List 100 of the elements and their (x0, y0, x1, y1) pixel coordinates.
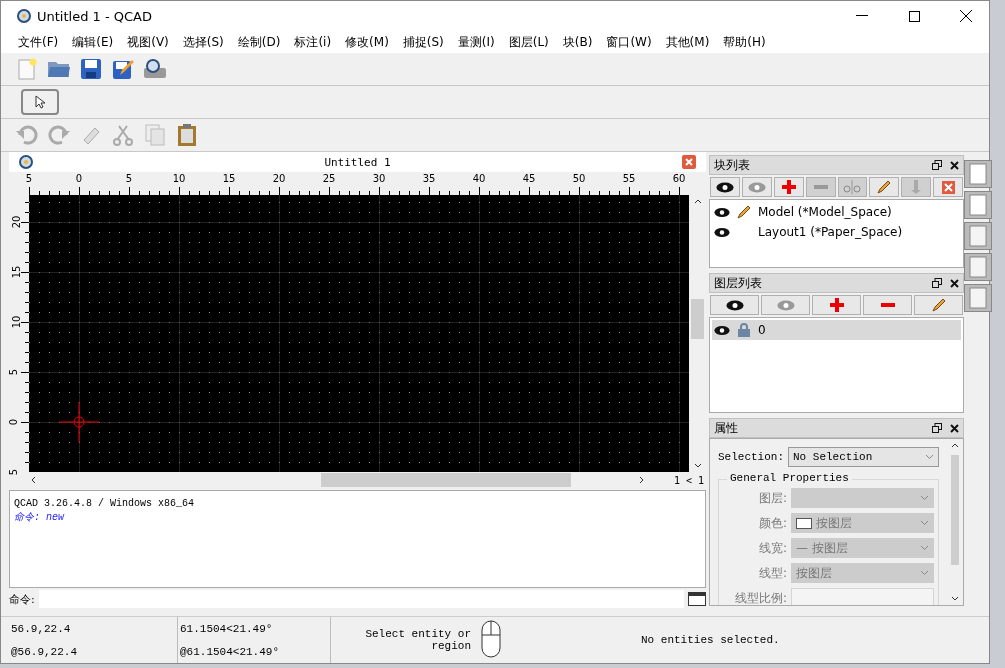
remove-icon[interactable] (880, 303, 895, 307)
clipboard-icon (176, 123, 198, 147)
eye-icon[interactable] (714, 206, 730, 218)
panel-title: 块列表 (714, 156, 751, 174)
pencil-icon[interactable] (876, 179, 893, 195)
edit-button[interactable] (914, 295, 963, 315)
document-title: Untitled 1 (323, 155, 392, 169)
scroll-down-icon[interactable] (951, 596, 959, 601)
app-logo-icon (17, 9, 31, 23)
edit-button[interactable] (869, 177, 900, 197)
scroll-up-icon[interactable] (951, 443, 959, 448)
crosshair-cursor-icon (58, 401, 100, 443)
menu-item[interactable]: 帮助(H) (716, 33, 773, 51)
ruler-label: 15 (222, 173, 236, 184)
float-icon[interactable] (932, 423, 942, 433)
dropdown-caret-icon (920, 495, 929, 501)
show-all-button[interactable] (710, 177, 740, 197)
field-label: 线型比例: (733, 589, 787, 605)
pencil-icon[interactable] (736, 204, 752, 220)
selection-label: Selection: (718, 451, 784, 463)
menu-item[interactable]: 其他(M) (658, 33, 717, 51)
ruler-label: 30 (372, 173, 386, 184)
ruler-label: 15 (10, 265, 22, 279)
group-title: General Properties (727, 472, 852, 484)
dropdown-caret-icon (920, 570, 929, 576)
select-pointer-button[interactable] (21, 89, 59, 115)
float-icon[interactable] (932, 160, 942, 170)
dropdown-caret-icon (925, 454, 934, 460)
close-icon[interactable] (950, 160, 959, 170)
close-icon[interactable] (950, 423, 959, 433)
menu-item[interactable]: 选择(S) (175, 33, 231, 51)
field-label: 颜色: (757, 514, 787, 532)
ruler-label: 10 (172, 173, 186, 184)
page-indicator: 1 < 1 (673, 474, 704, 486)
menu-item[interactable]: 视图(V) (120, 33, 176, 51)
menu-item[interactable]: 量测(I) (450, 33, 502, 51)
scroll-thumb[interactable] (321, 473, 571, 487)
menu-item[interactable]: 窗口(W) (599, 33, 659, 51)
ruler-label: 25 (322, 173, 336, 184)
pointer-icon (35, 95, 45, 109)
window-toggle-icon[interactable] (688, 592, 706, 606)
float-icon[interactable] (932, 278, 942, 288)
eye-icon[interactable] (725, 299, 744, 311)
scroll-up-icon[interactable] (693, 199, 702, 204)
block-list-item[interactable]: Layout1 (*Paper_Space) (712, 222, 961, 242)
add-button[interactable] (812, 295, 861, 315)
ruler-label: 5 (7, 368, 19, 376)
scroll-down-icon[interactable] (693, 463, 702, 468)
menu-item[interactable]: 编辑(E) (65, 33, 121, 51)
dropdown-caret-icon (920, 545, 929, 551)
status-coordinate: 61.1504<21.49° (180, 622, 274, 635)
floppy-pencil-icon (112, 58, 134, 80)
scroll-right-icon[interactable] (639, 476, 644, 484)
remove-button[interactable] (863, 295, 912, 315)
menu-item[interactable]: 文件(F) (11, 33, 66, 51)
ruler-label: 55 (622, 173, 636, 184)
menu-item[interactable]: 标注(i) (287, 33, 339, 51)
close-document-button[interactable] (682, 155, 696, 169)
add-button[interactable] (773, 177, 804, 197)
field-label: 线型: (757, 564, 787, 582)
block-list-item[interactable]: Model (*Model_Space) (712, 202, 961, 222)
command-label: 命令: (9, 591, 35, 607)
app-logo-icon (19, 155, 33, 169)
history-line: 命令: new (14, 511, 66, 525)
eraser-icon (81, 125, 101, 145)
show-all-button[interactable] (710, 295, 759, 315)
new-file-icon (16, 57, 38, 81)
pencil-icon[interactable] (930, 297, 947, 313)
eye-icon[interactable] (714, 324, 730, 336)
rename-button[interactable] (837, 177, 868, 197)
redo-icon (48, 125, 70, 145)
field-label: 线宽: (757, 539, 787, 557)
history-line: QCAD 3.26.4.8 / Windows x86_64 (14, 497, 196, 511)
undo-icon (16, 125, 38, 145)
menu-item[interactable]: 图层(L) (501, 33, 556, 51)
remove-button[interactable] (805, 177, 836, 197)
scroll-thumb[interactable] (691, 299, 704, 339)
folder-icon (47, 59, 71, 79)
menu-item[interactable]: 块(B) (555, 33, 600, 51)
menu-item[interactable]: 捕捉(S) (395, 33, 451, 51)
close-icon (960, 10, 972, 22)
scroll-thumb[interactable] (951, 455, 959, 565)
eye-icon[interactable] (715, 181, 734, 193)
delete-button[interactable] (933, 177, 963, 197)
ruler-label: 5 (7, 468, 19, 476)
selection-dropdown[interactable]: No Selection (788, 447, 939, 467)
window-title: Untitled 1 - QCAD (37, 8, 153, 24)
close-icon[interactable] (950, 278, 959, 288)
scroll-left-icon[interactable] (31, 476, 36, 484)
lock-icon[interactable] (738, 323, 750, 337)
menu-item[interactable]: 修改(M) (338, 33, 396, 51)
add-icon[interactable] (781, 180, 796, 194)
ruler-label: 10 (10, 315, 22, 329)
layer-list-item[interactable]: 0 (712, 320, 961, 340)
delete-icon (941, 180, 955, 194)
rename-icon (843, 180, 862, 194)
eye-icon[interactable] (714, 226, 730, 238)
ruler-label: 20 (272, 173, 286, 184)
menu-item[interactable]: 绘制(D) (230, 33, 288, 51)
add-icon[interactable] (829, 298, 844, 312)
